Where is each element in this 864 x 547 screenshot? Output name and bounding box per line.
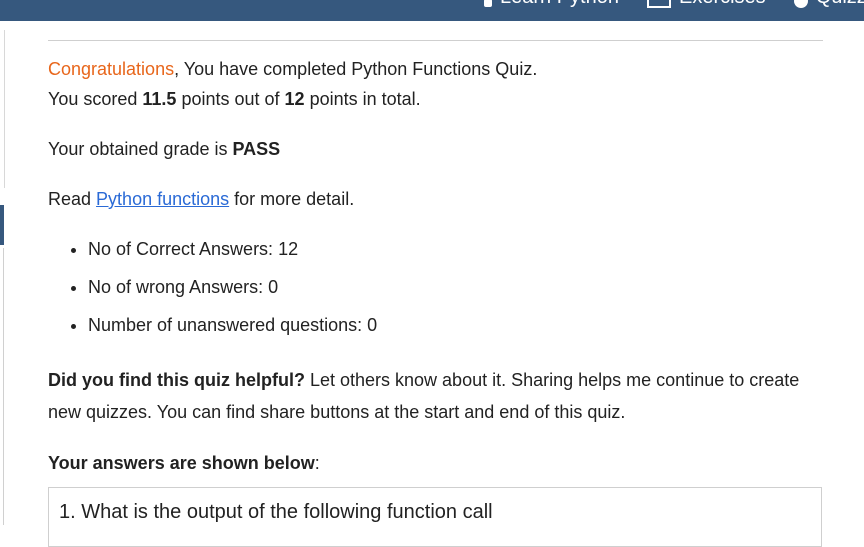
- answers-heading-colon: :: [314, 453, 320, 473]
- grade-line: Your obtained grade is PASS: [48, 134, 823, 164]
- congrats-line: Congratulations, You have completed Pyth…: [48, 54, 823, 84]
- grade-prefix: Your obtained grade is: [48, 139, 233, 159]
- nav-learn-python[interactable]: Learn Python: [484, 0, 619, 9]
- sidebar-edge: [0, 30, 5, 188]
- read-more-line: Read Python functions for more detail.: [48, 184, 823, 214]
- nav-exercises-label: Exercises: [679, 0, 766, 9]
- score-middle: points out of: [176, 89, 285, 109]
- score-value: 11.5: [142, 89, 177, 109]
- sidebar-border: [3, 248, 4, 525]
- score-total: 12: [284, 89, 305, 109]
- read-suffix: for more detail.: [229, 189, 355, 209]
- result-stats-list: No of Correct Answers: 12 No of wrong An…: [48, 230, 823, 344]
- congrats-word: Congratulations: [48, 59, 175, 79]
- score-prefix: You scored: [48, 89, 143, 109]
- python-functions-link[interactable]: Python functions: [96, 189, 229, 209]
- congrats-rest: , You have completed Python Functions Qu…: [174, 59, 538, 79]
- score-suffix: points in total.: [304, 89, 421, 109]
- answers-heading-bold: Your answers are shown below: [48, 453, 315, 473]
- top-navbar: Learn Python Exercises Quizzes: [0, 0, 864, 21]
- score-line: You scored 11.5 points out of 12 points …: [48, 84, 823, 114]
- stat-correct-answers: No of Correct Answers: 12: [88, 230, 823, 268]
- answers-heading: Your answers are shown below:: [48, 448, 823, 478]
- feedback-question: Did you find this quiz helpful?: [48, 370, 305, 390]
- quiz-result-panel: Congratulations, You have completed Pyth…: [48, 40, 823, 478]
- question-1-text: 1. What is the output of the following f…: [59, 501, 493, 523]
- nav-quizzes[interactable]: Quizzes: [793, 0, 864, 9]
- stat-wrong-answers: No of wrong Answers: 0: [88, 268, 823, 306]
- nav-learn-python-label: Learn Python: [500, 0, 619, 9]
- top-nav: Learn Python Exercises Quizzes: [484, 0, 864, 9]
- python-icon: [484, 0, 492, 7]
- nav-exercises[interactable]: Exercises: [646, 0, 766, 9]
- sidebar-active-indicator: [0, 205, 4, 245]
- feedback-paragraph: Did you find this quiz helpful? Let othe…: [48, 364, 823, 428]
- laptop-icon: [646, 0, 671, 8]
- grade-value: PASS: [232, 139, 281, 159]
- divider: [48, 40, 823, 41]
- read-prefix: Read: [48, 189, 97, 209]
- nav-quizzes-label: Quizzes: [816, 0, 864, 9]
- stat-unanswered: Number of unanswered questions: 0: [88, 306, 823, 344]
- question-circle-icon: [793, 0, 808, 8]
- question-card: 1. What is the output of the following f…: [48, 487, 822, 547]
